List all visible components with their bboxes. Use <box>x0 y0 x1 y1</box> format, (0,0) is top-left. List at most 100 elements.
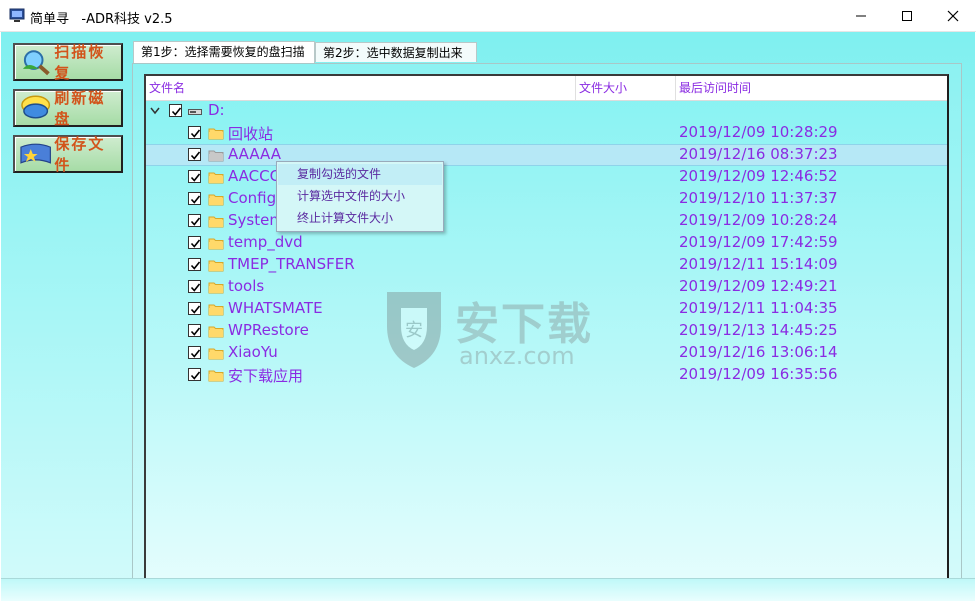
column-filename[interactable]: 文件名 <box>146 76 576 100</box>
table-row[interactable]: AAAAA 2019/12/16 08:37:23 <box>146 144 947 166</box>
close-button[interactable] <box>930 0 976 31</box>
minimize-button[interactable] <box>838 0 884 31</box>
folder-icon <box>208 326 224 338</box>
row-checkbox[interactable] <box>188 368 201 381</box>
list-header: 文件名 文件大小 最后访问时间 <box>146 76 947 101</box>
row-last-access: 2019/12/09 16:35:56 <box>679 365 838 383</box>
scan-icon <box>22 50 50 76</box>
title-bar: 简单寻 -ADR科技 v2.5 <box>0 0 976 32</box>
checkmark-icon <box>190 239 201 248</box>
menu-item-calc-size[interactable]: 计算选中文件的大小 <box>278 186 442 207</box>
row-filename: tools <box>228 277 265 295</box>
row-checkbox[interactable] <box>188 346 201 359</box>
row-checkbox[interactable] <box>188 236 201 249</box>
row-filename: temp_dvd <box>228 233 303 251</box>
row-last-access: 2019/12/09 10:28:29 <box>679 123 838 141</box>
row-last-access: 2019/12/09 12:49:21 <box>679 277 838 295</box>
column-filesize[interactable]: 文件大小 <box>576 76 676 100</box>
drive-checkbox[interactable] <box>169 104 182 117</box>
folder-icon <box>208 172 224 184</box>
row-filename: XiaoYu <box>228 343 278 361</box>
row-last-access: 2019/12/09 12:46:52 <box>679 167 838 185</box>
minimize-icon <box>856 15 866 16</box>
scan-recover-label: 扫描恢复 <box>54 43 106 82</box>
save-file-button[interactable]: 保存文件 <box>13 135 123 174</box>
refresh-disk-icon <box>21 95 51 119</box>
maximize-icon <box>902 10 912 21</box>
row-last-access: 2019/12/13 14:45:25 <box>679 321 838 339</box>
watermark-subtitle: anxz.com <box>459 342 575 370</box>
checkmark-icon <box>190 371 201 380</box>
folder-icon <box>208 370 224 382</box>
tab-step2[interactable]: 第2步：选中数据复制出来 <box>315 42 477 62</box>
menu-item-copy-checked[interactable]: 复制勾选的文件 <box>278 164 442 185</box>
row-last-access: 2019/12/09 10:28:24 <box>679 211 838 229</box>
row-filename: WPRestore <box>228 321 309 339</box>
row-last-access: 2019/12/16 08:37:23 <box>679 145 838 163</box>
row-checkbox[interactable] <box>188 280 201 293</box>
column-last-access[interactable]: 最后访问时间 <box>676 76 947 100</box>
folder-icon <box>208 282 224 294</box>
row-checkbox[interactable] <box>188 170 201 183</box>
table-row[interactable]: System 2019/12/09 10:28:24 <box>146 210 947 232</box>
folder-icon <box>208 150 224 162</box>
refresh-disk-label: 刷新磁盘 <box>54 89 106 128</box>
checkmark-icon <box>190 261 201 270</box>
row-checkbox[interactable] <box>188 324 201 337</box>
table-row[interactable]: AACCC 2019/12/09 12:46:52 <box>146 166 947 188</box>
close-icon <box>947 10 959 21</box>
chevron-down-icon[interactable] <box>150 107 160 115</box>
row-filename: WHATSMATE <box>228 299 323 317</box>
row-filename: AAAAA <box>228 145 281 163</box>
row-checkbox[interactable] <box>188 192 201 205</box>
row-filename: 回收站 <box>228 125 274 143</box>
folder-icon <box>208 128 224 140</box>
row-checkbox[interactable] <box>188 126 201 139</box>
save-file-icon <box>20 143 51 164</box>
drive-icon <box>188 109 202 115</box>
table-row[interactable]: TMEP_TRANSFER 2019/12/11 15:14:09 <box>146 254 947 276</box>
folder-icon <box>208 216 224 228</box>
checkmark-icon <box>190 283 201 292</box>
app-icon <box>9 8 25 22</box>
refresh-disk-button[interactable]: 刷新磁盘 <box>13 89 123 128</box>
maximize-button[interactable] <box>884 0 930 31</box>
table-row[interactable]: Config 2019/12/10 11:37:37 <box>146 188 947 210</box>
checkmark-icon <box>190 217 201 226</box>
main-window-body: 扫描恢复 刷新磁盘 保存文件 第1步：选择需要恢复的盘扫描 第2步：选中数据复制… <box>1 32 975 600</box>
row-last-access: 2019/12/09 17:42:59 <box>679 233 838 251</box>
checkmark-icon <box>190 173 201 182</box>
table-row[interactable]: temp_dvd 2019/12/09 17:42:59 <box>146 232 947 254</box>
checkmark-icon <box>190 129 201 138</box>
row-checkbox[interactable] <box>188 214 201 227</box>
checkmark-icon <box>190 349 201 358</box>
scan-recover-button[interactable]: 扫描恢复 <box>13 43 123 82</box>
row-last-access: 2019/12/10 11:37:37 <box>679 189 838 207</box>
row-checkbox[interactable] <box>188 148 201 161</box>
shield-logo-icon: 安 <box>387 292 441 368</box>
folder-icon <box>208 194 224 206</box>
status-bar <box>1 578 975 601</box>
tab-step1[interactable]: 第1步：选择需要恢复的盘扫描 <box>133 41 315 63</box>
checkmark-icon <box>171 107 182 116</box>
row-last-access: 2019/12/16 13:06:14 <box>679 343 838 361</box>
row-last-access: 2019/12/11 15:14:09 <box>679 255 838 273</box>
menu-item-stop-calc[interactable]: 终止计算文件大小 <box>278 208 442 229</box>
watermark: 安 安下载 anxz.com <box>379 286 599 376</box>
folder-icon <box>208 260 224 272</box>
row-checkbox[interactable] <box>188 302 201 315</box>
folder-icon <box>208 238 224 250</box>
window-title: 简单寻 -ADR科技 v2.5 <box>30 12 173 27</box>
row-filename: 安下载应用 <box>228 367 304 385</box>
row-last-access: 2019/12/11 11:04:35 <box>679 299 838 317</box>
row-filename: Config <box>228 189 277 207</box>
svg-text:安: 安 <box>405 320 423 341</box>
checkmark-icon <box>190 305 201 314</box>
drive-row[interactable]: D: <box>146 100 947 122</box>
folder-icon <box>208 348 224 360</box>
folder-icon <box>208 304 224 316</box>
table-row[interactable]: 回收站 2019/12/09 10:28:29 <box>146 122 947 144</box>
drive-label: D: <box>208 101 225 119</box>
row-checkbox[interactable] <box>188 258 201 271</box>
checkmark-icon <box>190 327 201 336</box>
